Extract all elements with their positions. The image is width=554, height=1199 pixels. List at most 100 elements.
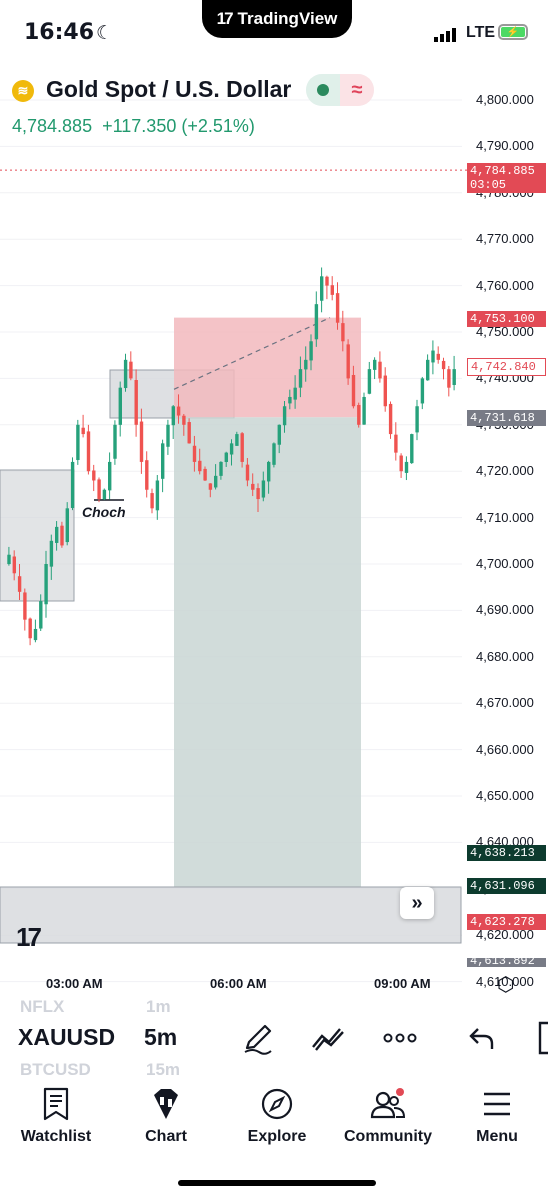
approx-icon: ≈ <box>340 74 374 106</box>
candle-up <box>44 564 48 605</box>
candle-up <box>362 396 366 425</box>
candle-down <box>394 434 398 453</box>
symbol-selector[interactable]: XAUUSD <box>18 1024 115 1051</box>
price-axis-label: 4,800.000 <box>476 92 534 107</box>
candle-down <box>378 361 382 379</box>
price-axis-label: 4,680.000 <box>476 648 534 664</box>
candle-up <box>410 434 414 464</box>
stop-loss-zone <box>174 317 361 418</box>
trend-line-icon[interactable] <box>308 1018 348 1058</box>
symbol-above[interactable]: NFLX <box>20 997 64 1017</box>
choch-label[interactable]: Choch <box>82 504 126 520</box>
candle-down <box>251 483 255 490</box>
last-price-tag-value: 4,784.885 <box>470 164 535 178</box>
candle-down <box>139 421 144 462</box>
price-axis-label: 4,720.000 <box>476 463 534 479</box>
nav-label: Community <box>344 1128 432 1145</box>
candle-up <box>404 461 409 473</box>
candle-down <box>17 576 22 592</box>
candle-down <box>198 460 202 472</box>
timeframe-below[interactable]: 15m <box>146 1060 180 1080</box>
candle-up <box>171 406 175 426</box>
timeframe-selector[interactable]: 5m <box>144 1024 177 1051</box>
candle-down <box>357 405 361 425</box>
candle-up <box>282 406 287 426</box>
signal-icon <box>434 28 456 42</box>
chart-icon <box>149 1086 183 1122</box>
candle-down <box>383 375 387 407</box>
candle-down <box>182 415 186 425</box>
nav-label: Watchlist <box>20 1128 92 1145</box>
nav-community[interactable]: Community <box>336 1086 440 1146</box>
candle-up <box>108 461 112 491</box>
last-price: 4,784.885 <box>12 116 93 136</box>
candle-up <box>224 452 228 463</box>
candle-up <box>293 387 297 400</box>
candle-up <box>452 369 456 385</box>
nav-explore[interactable]: Explore <box>240 1086 314 1146</box>
candle-down <box>176 406 181 416</box>
candle-up <box>219 461 223 476</box>
nav-label: Explore <box>247 1128 307 1145</box>
candle-up <box>39 601 43 629</box>
candle-down <box>150 493 154 509</box>
open-market-dot <box>306 74 340 106</box>
tradingview-watermark-icon: 17 <box>16 922 42 952</box>
nav-menu[interactable]: Menu <box>466 1086 528 1146</box>
candle-up <box>113 424 117 459</box>
candle-down <box>60 525 64 546</box>
candle-up <box>7 554 11 565</box>
bottom-price-tag: 4,623.278 <box>467 914 546 930</box>
battery-icon: ⚡ <box>498 24 528 40</box>
candle-up <box>415 406 419 433</box>
candle-up <box>431 350 435 363</box>
moon-icon: ☾ <box>96 23 114 44</box>
timeframe-above[interactable]: 1m <box>146 997 171 1017</box>
tradingview-logo-icon: 17 <box>216 9 234 28</box>
symbol-below[interactable]: BTCUSD <box>20 1060 91 1080</box>
fullscreen-icon[interactable] <box>526 1018 554 1058</box>
nav-label: Chart <box>145 1128 187 1145</box>
candle-down <box>97 479 101 500</box>
price-axis-label: 4,660.000 <box>476 741 534 757</box>
candle-down <box>335 293 340 323</box>
target-price-tag-2: 4,631.096 <box>467 878 546 894</box>
candle-down <box>86 431 91 472</box>
candle-up <box>261 480 266 498</box>
more-dots-icon[interactable] <box>380 1018 420 1058</box>
candle-up <box>33 628 38 641</box>
drawing-pen-icon[interactable] <box>238 1018 278 1058</box>
nav-label: Menu <box>476 1128 518 1145</box>
candle-down <box>346 344 350 379</box>
candle-up <box>49 540 54 567</box>
candle-down <box>145 460 149 490</box>
quote-line: 4,784.885 +117.350 (+2.51%) <box>12 116 255 137</box>
gold-symbol-icon: ≋ <box>12 80 34 102</box>
current-price-tag: 4,742.840 <box>467 358 546 376</box>
candle-down <box>129 361 133 379</box>
price-axis-label: 4,700.000 <box>476 556 534 571</box>
expand-chevron-icon[interactable]: » <box>400 887 434 919</box>
nav-watchlist[interactable]: Watchlist <box>14 1086 98 1146</box>
candle-up <box>267 461 271 482</box>
candle-down <box>351 374 356 407</box>
candle-down <box>388 403 393 435</box>
candle-down <box>256 488 260 500</box>
candle-up <box>65 508 69 543</box>
candle-up <box>123 359 128 389</box>
market-status-pill[interactable]: ≈ <box>306 74 374 106</box>
candle-up <box>118 387 122 425</box>
candle-down <box>436 353 440 360</box>
price-axis-label: 4,650.000 <box>476 788 534 803</box>
candle-up <box>367 369 372 394</box>
undo-icon[interactable] <box>462 1018 502 1058</box>
dynamic-island: 17 TradingView <box>202 0 352 38</box>
stop-loss-tag: 4,753.100 <box>467 311 546 327</box>
candle-down <box>441 360 446 370</box>
entry-price-tag: 4,731.618 <box>467 410 546 426</box>
chart-settings-icon[interactable]: ⬡ <box>497 972 514 997</box>
symbol-title[interactable]: Gold Spot / U.S. Dollar <box>46 76 291 103</box>
price-change: +117.350 (+2.51%) <box>102 116 255 136</box>
watchlist-icon <box>42 1086 70 1122</box>
nav-chart[interactable]: Chart <box>130 1086 202 1146</box>
